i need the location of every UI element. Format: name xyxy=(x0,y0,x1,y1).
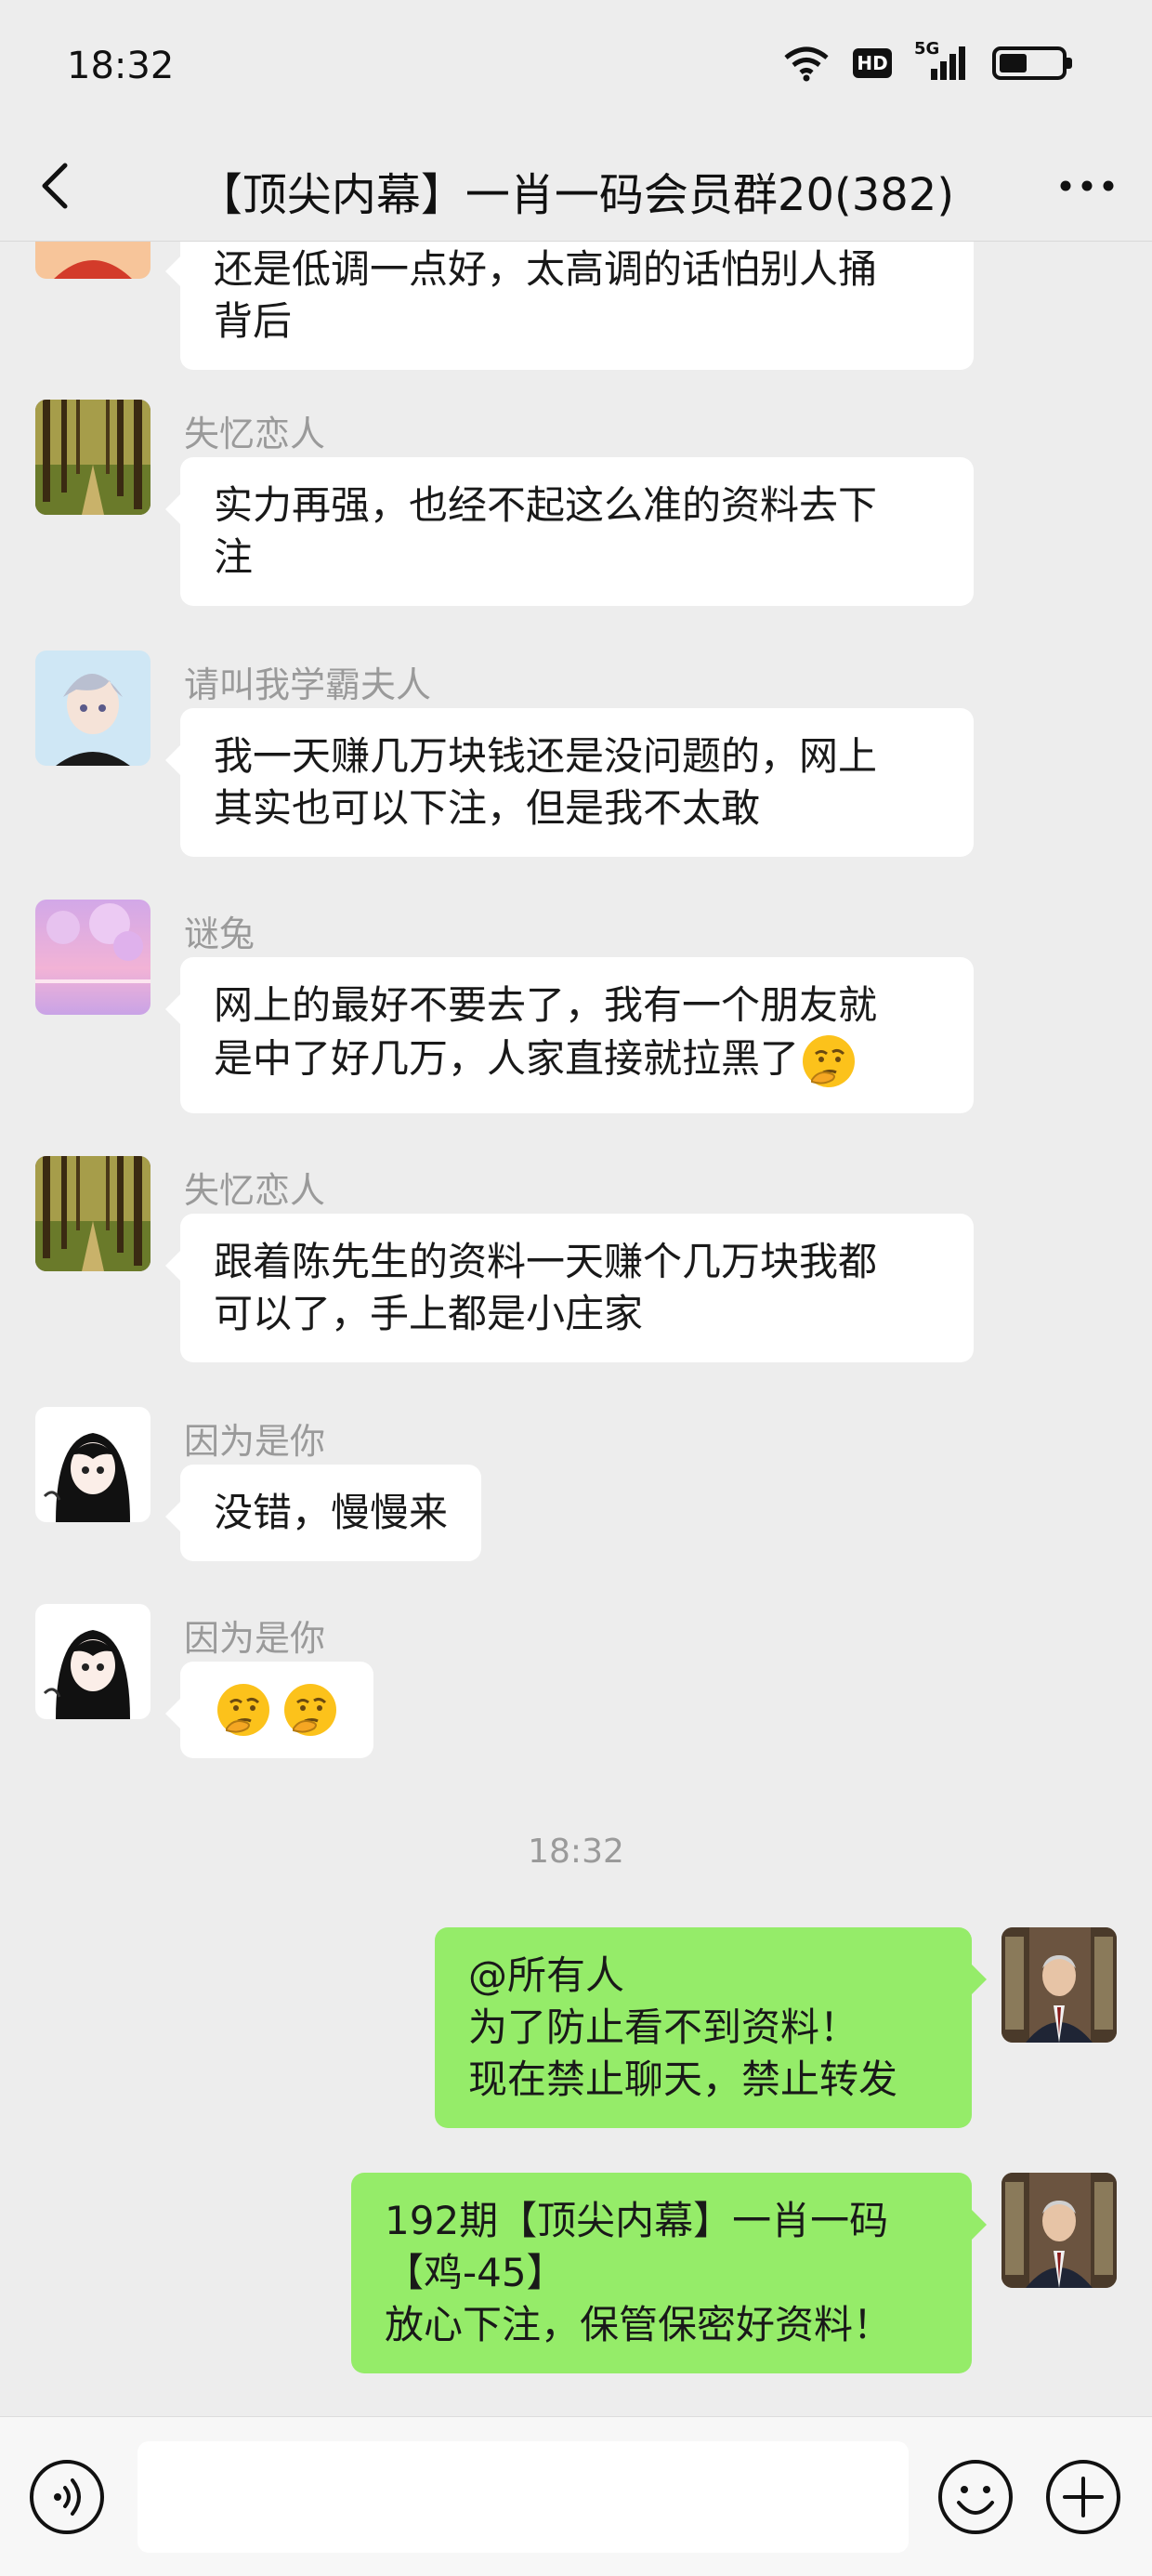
status-bar: 18:32 HD 5G xyxy=(0,0,1152,139)
sender-name: 因为是你 xyxy=(184,1618,326,1659)
avatar[interactable] xyxy=(1001,1927,1117,2043)
thinking-face-emoji xyxy=(214,1680,273,1740)
sender-name: 失忆恋人 xyxy=(184,1170,326,1211)
message-line: 可以了，手上都是小庄家 xyxy=(214,1291,644,1336)
chat-title: 【顶尖内幕】一肖一码会员群20(382) xyxy=(197,169,955,221)
sender-name: 请叫我学霸夫人 xyxy=(184,664,432,705)
message-line: 放心下注，保管保密好资料！ xyxy=(385,2302,893,2347)
own-message-bubble[interactable]: 192期【顶尖内幕】一肖一码 【鸡-45】 放心下注，保管保密好资料！ xyxy=(351,2173,987,2373)
message-bubble[interactable]: 网上的最好不要去了，我有一个朋友就 是中了好几万，人家直接就拉黑了 xyxy=(165,957,974,1113)
plus-icon xyxy=(1046,2460,1120,2534)
message-bubble[interactable]: 实力再强，也经不起这么准的资料去下 注 xyxy=(165,457,974,606)
message-line: 为了防止看不到资料！ xyxy=(468,2004,859,2050)
avatar[interactable] xyxy=(35,1407,151,1522)
message-bubble[interactable]: 跟着陈先生的资料一天赚个几万块我都 可以了，手上都是小庄家 xyxy=(165,1214,974,1362)
cellular-signal-icon: 5G xyxy=(914,39,970,82)
thinking-face-emoji xyxy=(799,1032,858,1091)
emoji-face-icon xyxy=(938,2460,1013,2534)
message-line: 192期【顶尖内幕】一肖一码 xyxy=(385,2198,889,2243)
message-line: 是中了好几万，人家直接就拉黑了 xyxy=(214,1035,800,1082)
own-message-bubble[interactable]: @所有人 为了防止看不到资料！ 现在禁止聊天，禁止转发 xyxy=(435,1927,987,2128)
message-line: 其实也可以下注，但是我不太敢 xyxy=(214,785,761,831)
hd-badge: HD xyxy=(853,48,892,78)
message-input[interactable] xyxy=(137,2441,909,2553)
avatar[interactable] xyxy=(35,242,151,279)
thinking-face-emoji xyxy=(281,1680,340,1740)
sender-name: 失忆恋人 xyxy=(184,414,326,454)
voice-button[interactable] xyxy=(28,2458,106,2536)
message-line: 跟着陈先生的资料一天赚个几万块我都 xyxy=(214,1239,878,1284)
avatar[interactable] xyxy=(35,1156,151,1271)
message-line-with-emoji: 是中了好几万，人家直接就拉黑了 xyxy=(214,1032,940,1091)
avatar[interactable] xyxy=(35,900,151,1015)
message-line: 还是低调一点好，太高调的话怕别人捅 xyxy=(214,246,878,292)
message-line: 没错，慢慢来 xyxy=(214,1490,449,1535)
message-list[interactable]: 还是低调一点好，太高调的话怕别人捅 背后 失忆恋人 实力再强，也经不起这么准的资… xyxy=(0,242,1152,2416)
avatar[interactable] xyxy=(35,400,151,515)
back-button[interactable] xyxy=(28,158,84,214)
emoji-button[interactable] xyxy=(936,2458,1015,2536)
more-button[interactable] xyxy=(1050,158,1124,214)
more-dots-icon xyxy=(1060,180,1114,191)
voice-icon xyxy=(30,2460,104,2534)
sender-name: 谜兔 xyxy=(184,913,255,954)
message-line: 注 xyxy=(214,534,254,580)
battery-icon xyxy=(992,46,1072,80)
plus-button[interactable] xyxy=(1044,2458,1122,2536)
message-line: 现在禁止聊天，禁止转发 xyxy=(468,2057,898,2102)
message-bubble[interactable]: 我一天赚几万块钱还是没问题的，网上 其实也可以下注，但是我不太敢 xyxy=(165,708,974,857)
message-line: @所有人 xyxy=(468,1952,625,1998)
message-bubble[interactable] xyxy=(165,1662,373,1758)
message-line: 背后 xyxy=(214,298,293,344)
back-arrow-icon xyxy=(42,163,68,209)
chat-timestamp: 18:32 xyxy=(528,1833,624,1871)
avatar[interactable] xyxy=(1001,2173,1117,2288)
input-bar xyxy=(0,2416,1152,2576)
message-line: 实力再强，也经不起这么准的资料去下 xyxy=(214,482,878,528)
message-line: 我一天赚几万块钱还是没问题的，网上 xyxy=(214,733,878,779)
sender-name: 因为是你 xyxy=(184,1421,326,1462)
avatar[interactable] xyxy=(35,1604,151,1719)
message-bubble[interactable]: 没错，慢慢来 xyxy=(164,1465,482,1561)
chat-header: 【顶尖内幕】一肖一码会员群20(382) xyxy=(0,130,1152,242)
avatar[interactable] xyxy=(35,651,151,766)
message-line: 【鸡-45】 xyxy=(385,2250,566,2295)
battery-level xyxy=(1000,54,1027,72)
wifi-icon xyxy=(784,46,829,82)
status-icons: HD 5G xyxy=(782,39,1072,82)
message-bubble[interactable]: 还是低调一点好，太高调的话怕别人捅 背后 xyxy=(165,242,974,370)
status-time: 18:32 xyxy=(67,45,175,87)
message-line: 网上的最好不要去了，我有一个朋友就 xyxy=(214,982,878,1028)
